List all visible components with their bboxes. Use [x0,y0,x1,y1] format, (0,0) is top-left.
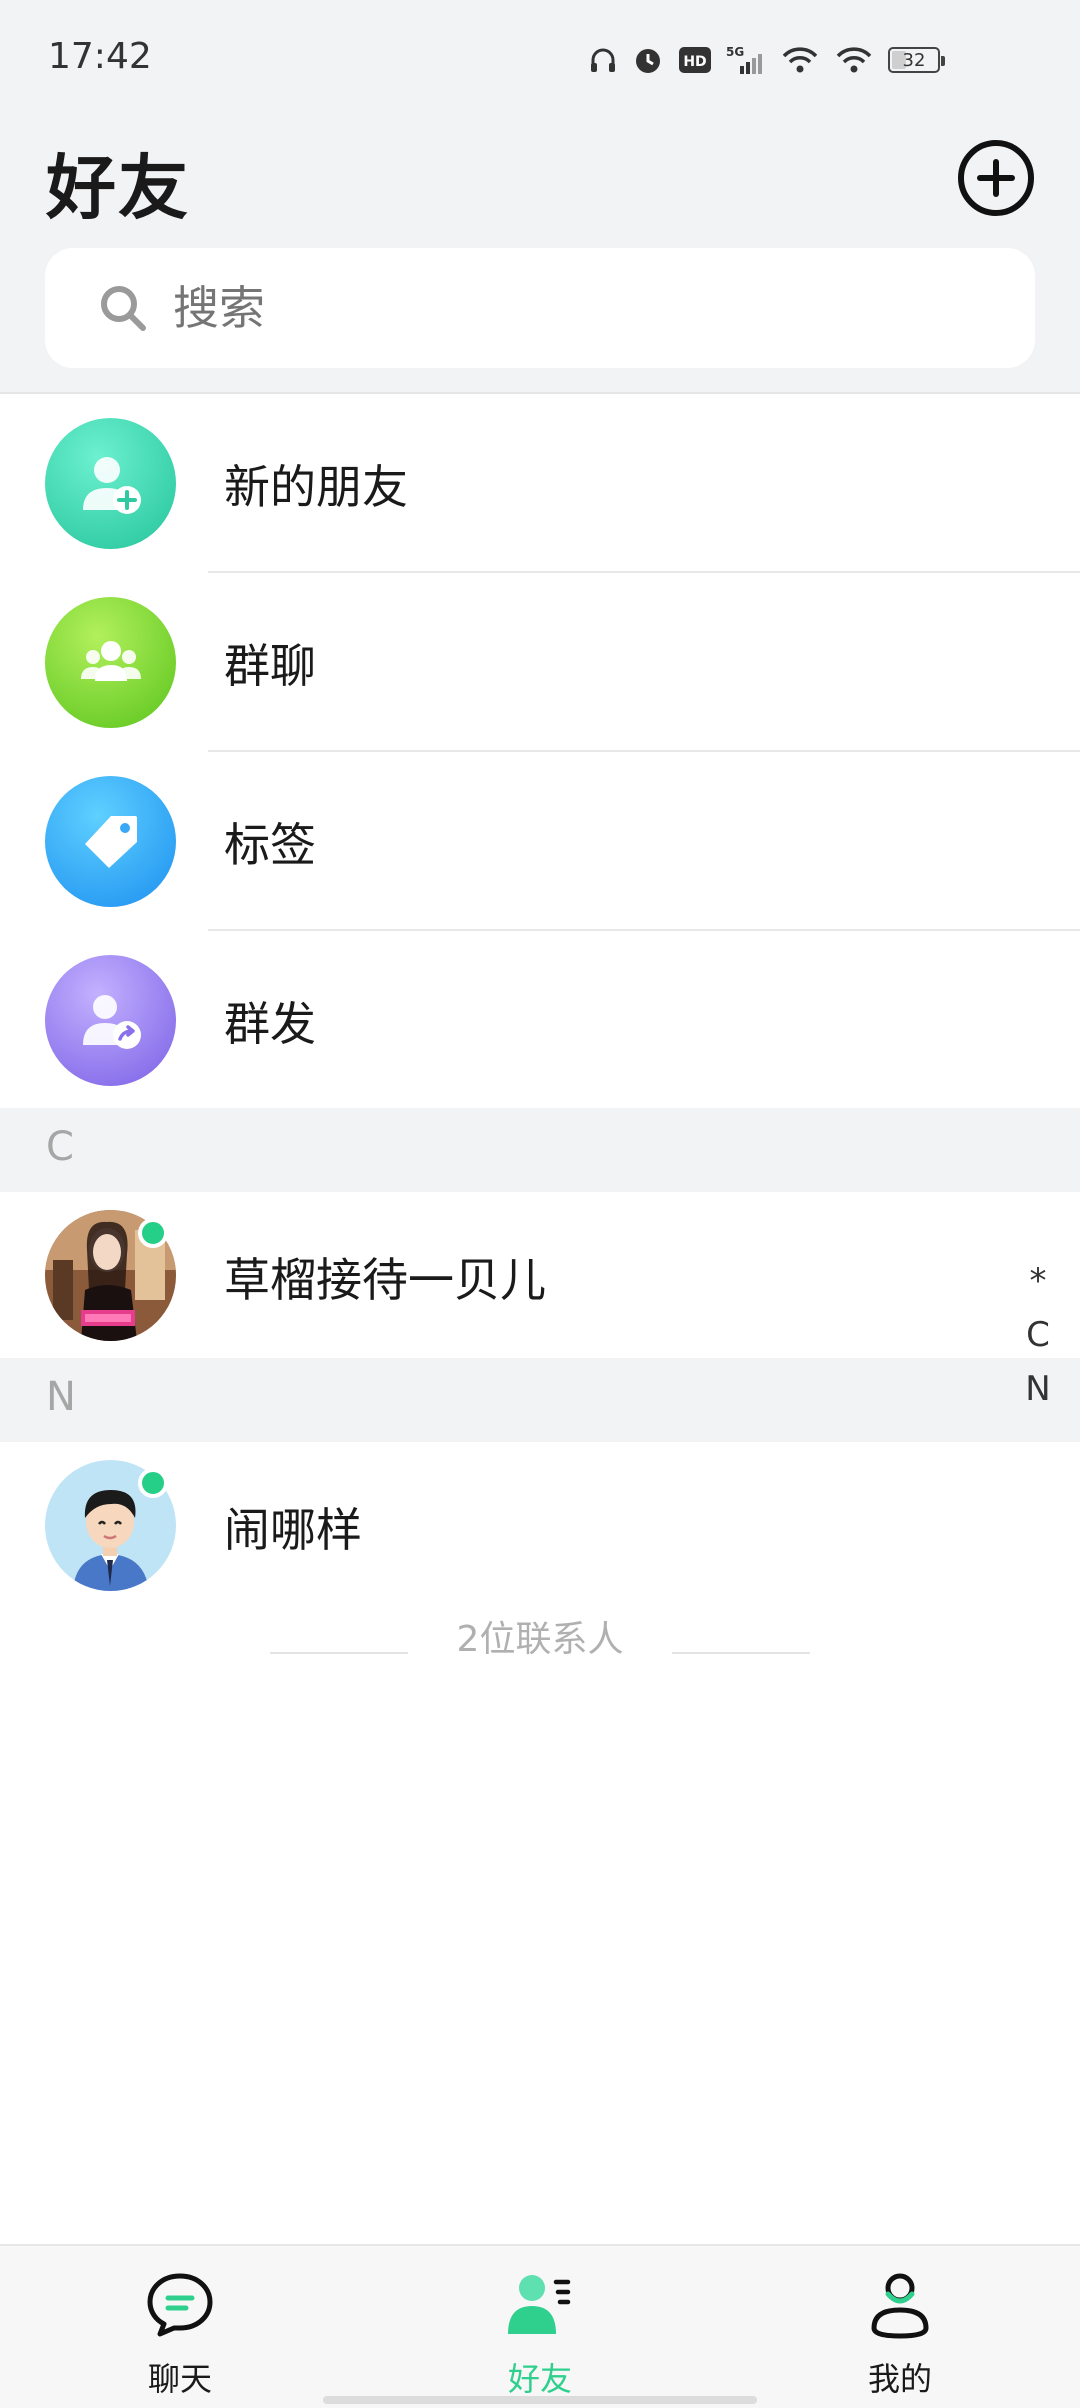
broadcast-icon [45,955,176,1086]
contacts-icon [508,2275,571,2334]
contact-count: 2位联系人 [456,1619,624,1660]
battery-icon: 32 [888,47,945,73]
alarm-icon [636,49,660,73]
tab-label: 聊天 [147,2360,212,2398]
menu-item-label: 群聊 [224,638,316,693]
add-button[interactable] [958,140,1034,216]
section-letter: C [46,1124,74,1170]
bottom-tab-bar: 聊天 好友 我的 [0,2244,1080,2408]
search-icon [101,286,146,331]
section-letter: N [46,1374,76,1420]
online-status-dot [138,1218,168,1248]
add-friend-icon [45,418,176,549]
svg-text:5G: 5G [726,45,744,59]
status-icons: HD 5G 32 [588,40,945,80]
contact-item[interactable]: 草榴接待一贝儿 [0,1192,1080,1360]
wifi-icon [782,47,818,73]
divider [672,1652,810,1654]
online-status-dot [138,1468,168,1498]
contact-item[interactable]: 闹哪样 [0,1442,1080,1610]
cellular-signal-icon: 5G [726,45,762,74]
group-chat-item[interactable]: 群聊 [0,573,1080,752]
status-bar: 17:42 HD 5G 32 [0,0,1080,120]
tags-item[interactable]: 标签 [0,752,1080,931]
tag-icon [45,776,176,907]
tab-chat[interactable]: 聊天 [80,2268,280,2400]
search-input[interactable] [173,281,873,335]
index-letter[interactable]: C [1018,1308,1058,1362]
menu-item-label: 标签 [224,817,316,872]
page-title: 好友 [46,147,190,229]
tab-contacts[interactable]: 好友 [440,2268,640,2400]
section-header-c: C [0,1108,1080,1192]
home-indicator[interactable] [323,2396,757,2404]
menu-item-label: 新的朋友 [224,459,408,514]
tab-profile[interactable]: 我的 [800,2268,1000,2400]
search-bar[interactable] [45,248,1035,368]
section-header-n: N [0,1358,1080,1442]
contact-name: 草榴接待一贝儿 [224,1253,546,1307]
wifi-icon [836,47,872,73]
svg-text:HD: HD [683,54,706,70]
function-menu: 新的朋友 群聊 标签 群发 [0,392,1080,1110]
contact-name: 闹哪样 [224,1503,362,1557]
chat-icon [147,2273,213,2337]
menu-item-label: 群发 [224,996,316,1051]
group-icon [45,597,176,728]
hd-icon: HD [679,47,711,73]
broadcast-item[interactable]: 群发 [0,931,1080,1110]
index-letter[interactable]: N [1018,1362,1058,1416]
contact-count-footer: 2位联系人 [0,1600,1080,1660]
tab-label: 我的 [867,2360,932,2398]
headphones-icon [591,48,615,72]
index-letter[interactable]: * [1018,1254,1058,1308]
alphabet-index-bar[interactable]: * C N [1018,1254,1058,1416]
new-friends-item[interactable]: 新的朋友 [0,394,1080,573]
profile-icon [871,2273,929,2339]
status-time: 17:42 [48,36,152,77]
tab-label: 好友 [507,2360,572,2398]
